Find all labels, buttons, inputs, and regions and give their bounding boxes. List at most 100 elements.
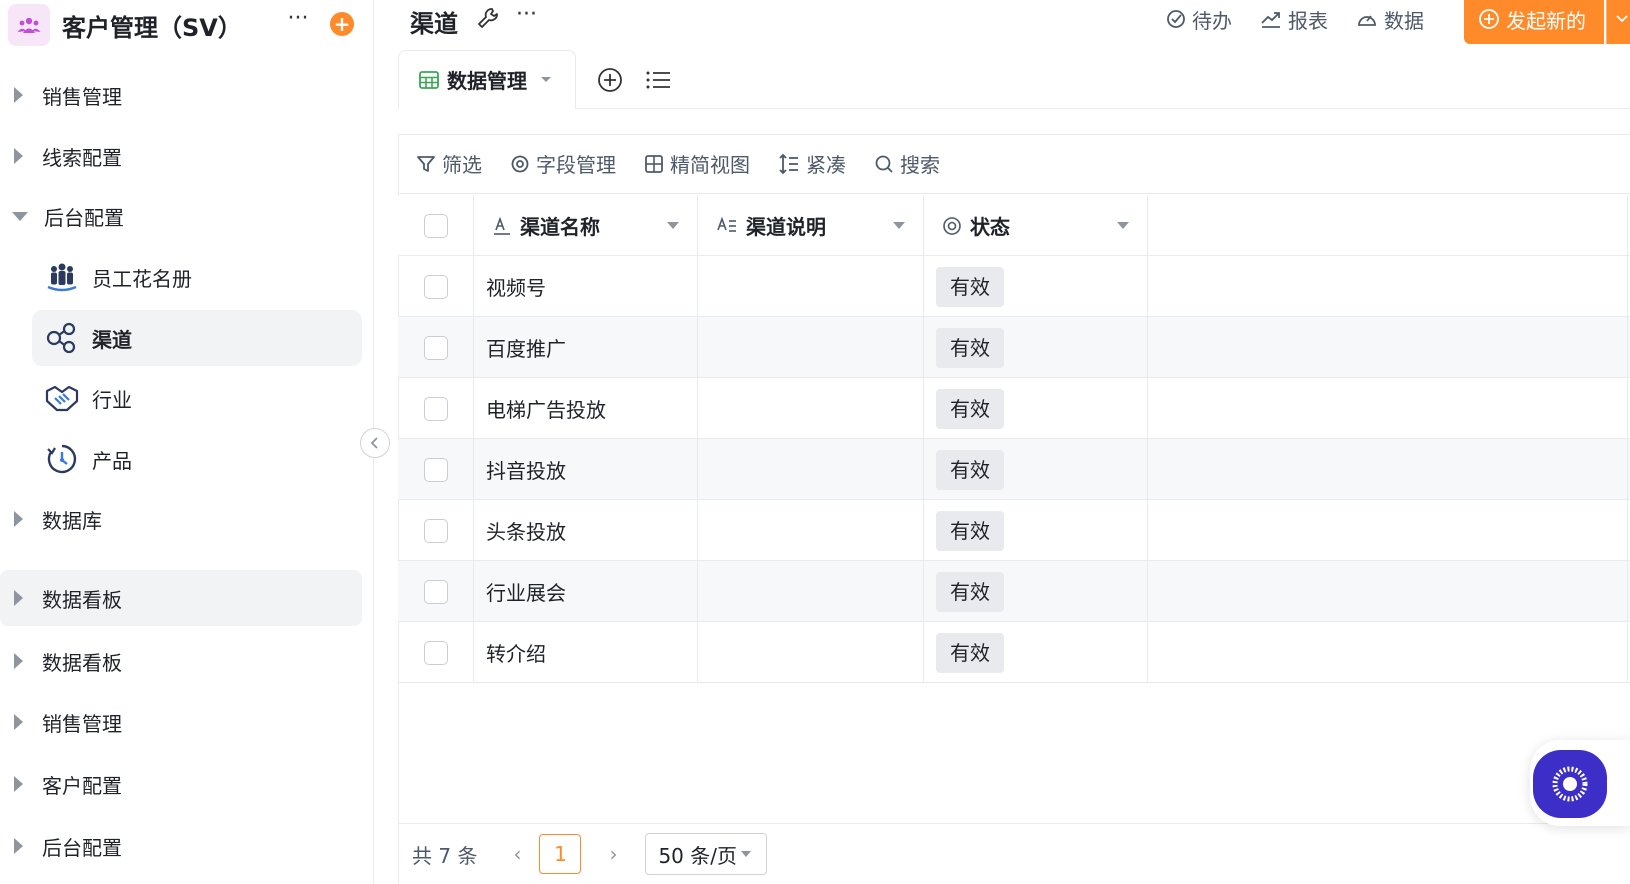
search-button[interactable]: 搜索 xyxy=(874,149,940,178)
handshake-icon xyxy=(44,380,80,416)
channel-desc-cell[interactable] xyxy=(698,622,924,683)
status-cell[interactable]: 有效 xyxy=(924,500,1148,561)
start-new-dropdown[interactable] xyxy=(1606,0,1630,44)
add-view-icon[interactable] xyxy=(596,66,624,94)
sidebar-subitem-channel[interactable]: 渠道 xyxy=(32,310,362,366)
channel-desc-cell[interactable] xyxy=(698,500,924,561)
people-group-icon xyxy=(44,259,80,295)
sidebar-item-backend-config-2[interactable]: 后台配置 xyxy=(0,818,362,874)
row-density-button[interactable]: 紧凑 xyxy=(778,149,846,178)
empty-cell xyxy=(1148,439,1628,500)
sidebar-item-label: 后台配置 xyxy=(42,835,122,860)
caret-down-icon[interactable] xyxy=(893,222,905,229)
row-checkbox[interactable] xyxy=(423,518,448,543)
start-new-button[interactable]: 发起新的 xyxy=(1464,0,1604,44)
table-row[interactable]: 抖音投放 有效 xyxy=(398,439,1630,500)
list-icon[interactable] xyxy=(644,66,672,94)
todo-button[interactable]: 待办 xyxy=(1166,4,1232,34)
tab-label: 数据管理 xyxy=(447,69,527,93)
column-header-channel-name[interactable]: 渠道名称 xyxy=(474,195,698,256)
gear-icon xyxy=(511,155,529,172)
row-checkbox[interactable] xyxy=(423,396,448,421)
app-more-icon[interactable]: ··· xyxy=(284,8,312,36)
report-button[interactable]: 报表 xyxy=(1260,4,1328,34)
page-more-icon[interactable]: ··· xyxy=(516,2,537,27)
table-row[interactable]: 视频号 有效 xyxy=(398,256,1630,317)
row-checkbox[interactable] xyxy=(423,579,448,604)
row-checkbox[interactable] xyxy=(423,335,448,360)
table-row[interactable]: 转介绍 有效 xyxy=(398,622,1630,683)
table-row[interactable]: 百度推广 有效 xyxy=(398,317,1630,378)
sidebar-item-label: 销售管理 xyxy=(42,84,122,109)
caret-down-icon[interactable] xyxy=(667,222,679,229)
row-checkbox[interactable] xyxy=(423,457,448,482)
status-cell[interactable]: 有效 xyxy=(924,378,1148,439)
chevron-right-icon xyxy=(14,148,24,164)
prev-page-button[interactable]: ‹ xyxy=(507,842,527,866)
sidebar-subitem-product[interactable]: 产品 xyxy=(32,431,362,487)
sidebar-item-backend-config[interactable]: 后台配置 xyxy=(0,188,362,244)
column-header-status[interactable]: 状态 xyxy=(924,195,1148,256)
chevron-right-icon xyxy=(14,714,24,730)
product-cycle-icon xyxy=(44,441,80,477)
sidebar-item-sales[interactable]: 销售管理 xyxy=(0,67,362,123)
caret-down-icon[interactable] xyxy=(1117,222,1129,229)
channel-desc-cell[interactable] xyxy=(698,256,924,317)
wrench-icon[interactable] xyxy=(476,6,502,32)
start-new-label: 发起新的 xyxy=(1506,8,1586,33)
select-all-checkbox[interactable] xyxy=(423,213,448,238)
app-add-button[interactable]: + xyxy=(330,12,354,36)
status-cell[interactable]: 有效 xyxy=(924,622,1148,683)
table-row[interactable]: 电梯广告投放 有效 xyxy=(398,378,1630,439)
current-page-button[interactable]: 1 xyxy=(539,834,582,874)
data-button[interactable]: 数据 xyxy=(1356,4,1424,34)
channel-desc-cell[interactable] xyxy=(698,439,924,500)
chevron-down-icon xyxy=(12,211,28,221)
status-cell[interactable]: 有效 xyxy=(924,256,1148,317)
sidebar-item-customer-config[interactable]: 客户配置 xyxy=(0,756,362,812)
status-cell[interactable]: 有效 xyxy=(924,439,1148,500)
channel-name-cell[interactable]: 百度推广 xyxy=(474,317,698,378)
channel-desc-cell[interactable] xyxy=(698,378,924,439)
channel-name-cell[interactable]: 抖音投放 xyxy=(474,439,698,500)
compact-view-button[interactable]: 精简视图 xyxy=(644,149,750,178)
tab-data-management[interactable]: 数据管理 xyxy=(398,50,576,109)
channel-name-cell[interactable]: 头条投放 xyxy=(474,500,698,561)
chevron-right-icon xyxy=(14,776,24,792)
page-size-select[interactable]: 50 条/页 xyxy=(645,833,768,875)
channel-name-cell[interactable]: 转介绍 xyxy=(474,622,698,683)
filter-button[interactable]: 筛选 xyxy=(416,149,482,178)
status-cell[interactable]: 有效 xyxy=(924,317,1148,378)
sidebar-collapse-button[interactable] xyxy=(360,428,390,458)
column-header-channel-desc[interactable]: 渠道说明 xyxy=(698,195,924,256)
channel-desc-cell[interactable] xyxy=(698,317,924,378)
field-management-button[interactable]: 字段管理 xyxy=(510,149,616,178)
grid-view-icon xyxy=(645,154,663,173)
channel-name-cell[interactable]: 行业展会 xyxy=(474,561,698,622)
empty-cell xyxy=(1148,378,1628,439)
table-row[interactable]: 行业展会 有效 xyxy=(398,561,1630,622)
sidebar-item-database[interactable]: 数据库 xyxy=(0,491,362,547)
sidebar-item-dashboard-2[interactable]: 数据看板 xyxy=(0,633,362,689)
channel-desc-cell[interactable] xyxy=(698,561,924,622)
text-field-icon xyxy=(492,216,512,236)
filter-label: 筛选 xyxy=(442,153,482,177)
channel-name-cell[interactable]: 电梯广告投放 xyxy=(474,378,698,439)
row-checkbox[interactable] xyxy=(423,640,448,665)
sidebar-subitem-industry[interactable]: 行业 xyxy=(32,370,362,426)
assistant-button[interactable] xyxy=(1533,750,1607,818)
sidebar-item-sales-2[interactable]: 销售管理 xyxy=(0,694,362,750)
select-all-cell xyxy=(398,195,474,256)
sidebar-subitem-roster[interactable]: 员工花名册 xyxy=(32,249,362,305)
status-cell[interactable]: 有效 xyxy=(924,561,1148,622)
table-row[interactable]: 头条投放 有效 xyxy=(398,500,1630,561)
sidebar-item-dashboard[interactable]: 数据看板 xyxy=(0,570,362,626)
todo-label: 待办 xyxy=(1192,8,1232,33)
row-checkbox[interactable] xyxy=(423,274,448,299)
status-badge: 有效 xyxy=(936,327,1004,368)
single-select-field-icon xyxy=(942,216,962,236)
sidebar-item-leads-config[interactable]: 线索配置 xyxy=(0,128,362,184)
status-badge: 有效 xyxy=(936,266,1004,307)
next-page-button[interactable]: › xyxy=(603,842,623,866)
channel-name-cell[interactable]: 视频号 xyxy=(474,256,698,317)
